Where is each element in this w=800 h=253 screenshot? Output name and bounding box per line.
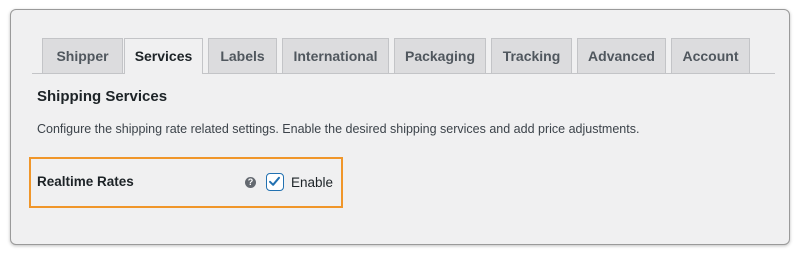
section-description: Configure the shipping rate related sett… (37, 122, 640, 136)
tab-international[interactable]: International (282, 38, 389, 73)
question-circle-icon[interactable]: ? (245, 177, 256, 188)
tab-advanced[interactable]: Advanced (577, 38, 666, 73)
settings-tab-bar: Shipper Services Labels International Pa… (32, 28, 775, 74)
enable-realtime-rates-checkbox[interactable] (266, 173, 284, 191)
enable-checkbox-label[interactable]: Enable (291, 175, 333, 190)
tab-packaging[interactable]: Packaging (394, 38, 486, 73)
tab-shipper[interactable]: Shipper (42, 38, 123, 73)
tab-tracking[interactable]: Tracking (491, 38, 572, 73)
tab-services[interactable]: Services (124, 38, 203, 74)
section-title: Shipping Services (37, 88, 168, 105)
checkmark-icon (269, 176, 280, 186)
tab-account[interactable]: Account (671, 38, 750, 73)
realtime-rates-label: Realtime Rates (37, 174, 134, 189)
tab-labels[interactable]: Labels (208, 38, 277, 73)
